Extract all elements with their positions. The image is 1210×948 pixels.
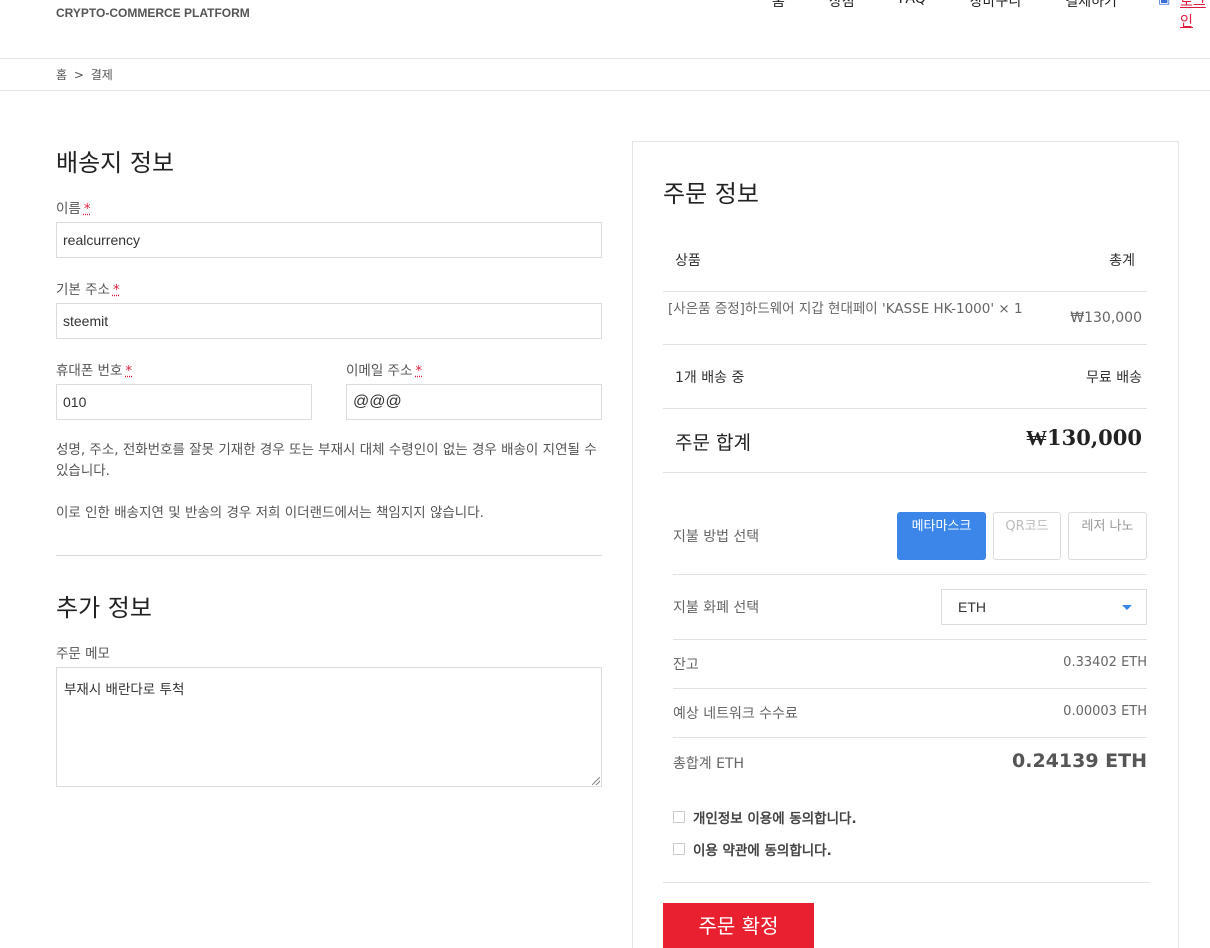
row-divider <box>663 344 1147 345</box>
nav-item-checkout[interactable]: 결제하기 <box>1065 0 1117 11</box>
order-total-value: ₩130,000 <box>1026 425 1142 450</box>
col-product-header: 상품 <box>675 253 701 269</box>
network-fee-label: 예상 네트워크 수수료 <box>673 706 798 722</box>
name-label-text: 이름 <box>56 201 81 217</box>
agree-privacy-checkbox[interactable] <box>673 811 685 823</box>
email-field[interactable]: @@@ <box>346 384 602 420</box>
name-field[interactable]: realcurrency <box>56 222 602 258</box>
chevron-down-icon <box>1122 605 1132 610</box>
email-label-text: 이메일 주소 <box>346 363 413 379</box>
nav-item-home[interactable]: 홈 <box>772 0 785 11</box>
row-divider <box>663 882 1149 883</box>
main-nav: 홈 상점 FAQ 장바구니 결제하기 <box>772 0 1117 11</box>
agree-privacy-row[interactable]: 개인정보 이용에 동의합니다. <box>673 807 857 827</box>
required-mark: * <box>125 363 133 379</box>
row-divider <box>673 737 1147 738</box>
agree-privacy-label: 개인정보 이용에 동의합니다. <box>693 811 857 827</box>
breadcrumb-bar: 홈 > 결제 <box>0 59 1210 91</box>
pay-method-label: 지불 방법 선택 <box>673 529 760 545</box>
agree-terms-checkbox[interactable] <box>673 843 685 855</box>
address-label: 기본 주소 * <box>56 278 120 298</box>
breadcrumb-home[interactable]: 홈 <box>56 68 67 82</box>
address-label-text: 기본 주소 <box>56 282 110 298</box>
row-divider <box>673 639 1147 640</box>
pay-method-metamask-button[interactable]: 메타마스크 <box>897 512 986 560</box>
row-divider <box>663 291 1147 292</box>
phone-field[interactable]: 010 <box>56 384 312 420</box>
nav-item-login[interactable]: 로그인 <box>1180 0 1210 31</box>
balance-value: 0.33402 ETH <box>1063 655 1147 670</box>
row-divider <box>663 472 1147 473</box>
nav-item-shop[interactable]: 상점 <box>829 0 855 11</box>
order-item-name: [사은품 증정]하드웨어 지갑 현대페이 'KASSE HK-1000' × 1 <box>668 301 1023 317</box>
balance-label: 잔고 <box>673 657 699 673</box>
order-total-label: 주문 합계 <box>675 432 751 454</box>
row-divider <box>663 408 1147 409</box>
pay-method-ledger-button[interactable]: 레저 나노 <box>1068 512 1147 560</box>
nav-item-cart[interactable]: 장바구니 <box>970 0 1022 11</box>
row-divider <box>673 574 1147 575</box>
memo-label: 주문 메모 <box>56 646 110 662</box>
phone-label-text: 휴대폰 번호 <box>56 363 123 379</box>
order-item-price: ₩130,000 <box>1070 310 1142 326</box>
order-memo-textarea[interactable]: 부재시 배란다로 투척 <box>56 667 602 787</box>
name-label: 이름 * <box>56 197 91 217</box>
confirm-order-button[interactable]: 주문 확정 <box>663 903 814 948</box>
grand-total-label: 총합계 ETH <box>673 756 745 772</box>
shipping-status: 1개 배송 중 <box>675 370 745 386</box>
breadcrumb-current: 결제 <box>90 68 113 82</box>
order-title: 주문 정보 <box>663 180 759 208</box>
network-fee-value: 0.00003 ETH <box>1063 704 1147 719</box>
nav-item-faq[interactable]: FAQ <box>899 0 926 11</box>
shipping-cost: 무료 배송 <box>1086 370 1142 386</box>
shipping-title: 배송지 정보 <box>56 149 175 177</box>
currency-select-value: ETH <box>958 599 986 615</box>
section-divider <box>56 555 602 556</box>
required-mark: * <box>83 201 91 217</box>
agree-terms-row[interactable]: 이용 약관에 동의합니다. <box>673 839 832 859</box>
breadcrumb-separator: > <box>73 68 84 82</box>
agree-terms-label: 이용 약관에 동의합니다. <box>693 843 832 859</box>
currency-select[interactable]: ETH <box>941 589 1147 625</box>
email-label: 이메일 주소 * <box>346 359 422 379</box>
required-mark: * <box>112 282 120 298</box>
address-field[interactable]: steemit <box>56 303 602 339</box>
resize-handle[interactable] <box>592 777 600 785</box>
currency-label: 지불 화폐 선택 <box>673 600 760 616</box>
breadcrumb: 홈 > 결제 <box>56 66 113 83</box>
col-total-header: 총계 <box>1109 253 1135 269</box>
required-mark: * <box>415 363 423 379</box>
pay-method-qr-button[interactable]: QR코드 <box>993 512 1061 560</box>
site-header: CRYPTO-COMMERCE PLATFORM 홈 상점 FAQ 장바구니 결… <box>0 0 1210 59</box>
liability-notice: 이로 인한 배송지연 및 반송의 경우 저희 이더랜드에서는 책임지지 않습니다… <box>56 505 484 521</box>
phone-label: 휴대폰 번호 * <box>56 359 132 379</box>
shipping-notice: 성명, 주소, 전화번호를 잘못 기재한 경우 또는 부재시 대체 수령인이 없… <box>56 442 597 479</box>
row-divider <box>673 688 1147 689</box>
grand-total-value: 0.24139 ETH <box>1012 750 1147 772</box>
brand-logo-text[interactable]: CRYPTO-COMMERCE PLATFORM <box>56 6 250 20</box>
order-memo-text: 부재시 배란다로 투척 <box>64 682 185 698</box>
cart-icon[interactable]: ▣ <box>1158 0 1170 7</box>
additional-title: 추가 정보 <box>56 594 152 622</box>
